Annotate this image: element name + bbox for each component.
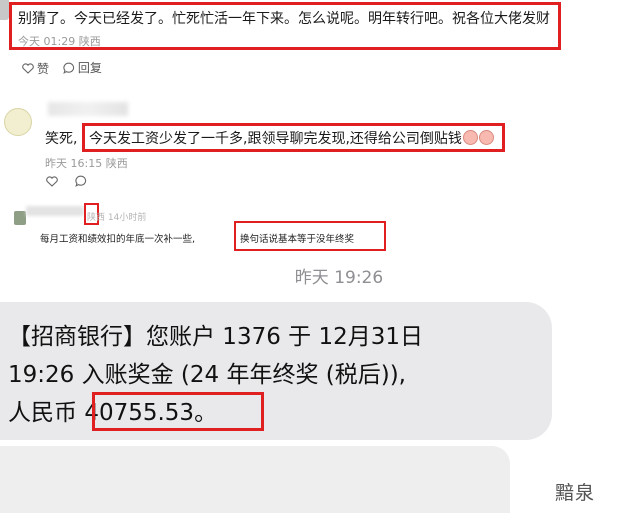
comment-meta: 昨天 16:15 陕西 xyxy=(45,157,128,170)
next-message-bubble xyxy=(0,446,510,513)
like-label: 赞 xyxy=(37,61,50,76)
avatar[interactable] xyxy=(0,0,9,20)
highlight-box xyxy=(92,392,264,431)
reply-label: 回复 xyxy=(77,61,102,75)
comment-actions: 赞 回复 xyxy=(22,59,112,77)
pig-emoji-icon xyxy=(462,130,478,145)
like-button[interactable] xyxy=(46,176,61,187)
pig-emoji-icon xyxy=(478,130,494,145)
chat-bubble-icon xyxy=(63,62,74,74)
sms-line: 19:26 入账奖金 (24 年年终奖 (税后)), xyxy=(8,362,406,388)
chat-bubble-icon xyxy=(75,175,86,187)
sms-line: 【招商银行】您账户 1376 于 12月31日 xyxy=(8,324,423,350)
comment-text-prefix: 笑死, xyxy=(45,131,78,147)
like-button[interactable]: 赞 xyxy=(22,60,49,77)
screenshot-collage: 别猜了。今天已经发了。忙死忙活一年下来。怎么说呢。明年转行吧。祝各位大佬发财 今… xyxy=(0,0,624,513)
comment-text: 每月工资和绩效扣的年底一次补一些, xyxy=(40,234,196,245)
comment-meta: 今天 01:29 陕西 xyxy=(18,35,101,48)
avatar[interactable] xyxy=(4,108,32,136)
comment-text-body: 今天发工资少发了一千多,跟领导聊完发现,还得给公司倒贴钱 xyxy=(89,131,462,147)
message-timestamp: 昨天 19:26 xyxy=(294,268,384,288)
reply-button[interactable]: 回复 xyxy=(63,59,102,76)
watermark: 黯泉 xyxy=(555,482,596,504)
comment-meta: 陕西 14小时前 xyxy=(87,213,147,223)
avatar[interactable] xyxy=(14,211,26,225)
comment-text: 今天发工资少发了一千多,跟领导聊完发现,还得给公司倒贴钱 xyxy=(89,128,494,148)
currency-label: 人民币 xyxy=(8,400,77,426)
sms-bubble[interactable]: 【招商银行】您账户 1376 于 12月31日 19:26 入账奖金 (24 年… xyxy=(0,302,552,440)
heart-icon xyxy=(46,176,58,187)
heart-icon xyxy=(22,62,34,74)
username-blurred xyxy=(26,206,84,216)
reply-button[interactable] xyxy=(75,175,90,187)
username-blurred xyxy=(48,102,128,116)
comment-text-highlighted: 换句话说基本等于没年终奖 xyxy=(240,234,355,245)
comment-actions xyxy=(46,175,100,190)
comment-text: 别猜了。今天已经发了。忙死忙活一年下来。怎么说呢。明年转行吧。祝各位大佬发财 xyxy=(18,11,550,27)
